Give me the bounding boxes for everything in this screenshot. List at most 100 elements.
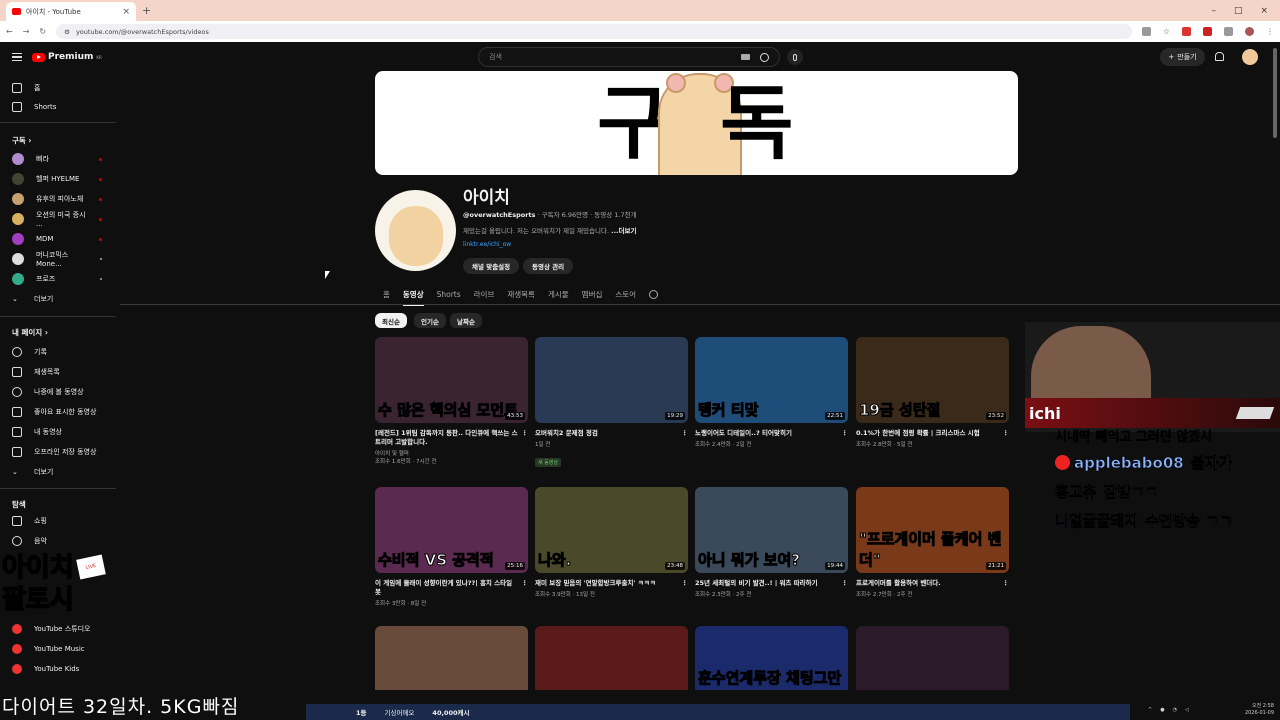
tab-videos[interactable]: 동영상	[402, 289, 424, 306]
extension-icon[interactable]	[1203, 27, 1212, 36]
video-thumbnail[interactable]: 수 많은 핵의심 모먼트 43:53	[375, 337, 528, 423]
video-title[interactable]: 프로게이머를 활용하여 벤더다. ⋮	[856, 579, 1009, 588]
video-thumbnail[interactable]: 19:29	[535, 337, 688, 423]
more-options-icon[interactable]: ⋮	[682, 429, 689, 438]
video-title[interactable]: 25년 세최털의 비기 발견..! | 워츠 따라하기 ⋮	[695, 579, 848, 588]
video-card[interactable]: 19금 성탄절 23:52 0.1%가 한번에 점령 확률 | 크리스마스 시험 ⋮ 조…	[856, 337, 1009, 449]
scrollbar[interactable]	[1270, 44, 1280, 324]
volume-icon[interactable]: ◁	[1185, 707, 1189, 713]
video-card[interactable]: 아니 뭐가 보여? 19:44 25년 세최털의 비기 발견..! | 워츠 따라하…	[695, 487, 848, 599]
sidebar-item-watch-later[interactable]: 나중에 볼 동영상	[0, 382, 116, 402]
avatar[interactable]	[1242, 49, 1258, 65]
sidebar-sub-item[interactable]: 헬퍼 HYELME	[0, 169, 116, 189]
sidebar-item-music[interactable]: 음악	[0, 531, 116, 551]
more-options-icon[interactable]: ⋮	[1003, 579, 1010, 588]
voice-search-button[interactable]	[787, 49, 803, 65]
more-options-icon[interactable]: ⋮	[842, 429, 849, 438]
video-card[interactable]: "프로게이머 풀케어 벤더" 21:21 프로게이머를 활용하여 벤더다. ⋮ 조회수 …	[856, 487, 1009, 599]
video-title[interactable]: 오버워치2 문제점 정검 ⋮	[535, 429, 688, 438]
chip-oldest[interactable]: 날짜순	[450, 313, 482, 328]
sidebar-sub-item[interactable]: 오션의 미국 증시 ...	[0, 209, 116, 229]
minimize-icon[interactable]: –	[1211, 6, 1216, 16]
video-thumbnail[interactable]: 아니 뭐가 보여? 19:44	[695, 487, 848, 573]
tab-store[interactable]: 스토어	[615, 289, 636, 300]
site-info-icon[interactable]: ⚙	[64, 28, 70, 36]
back-icon[interactable]: ←	[6, 27, 13, 36]
clock[interactable]: 오전 2:58 2026-01-09	[1245, 703, 1274, 717]
video-thumbnail[interactable]: 수비적 VS 공격적 25:16	[375, 487, 528, 573]
sidebar-item-downloads[interactable]: 오프라인 저장 동영상	[0, 442, 116, 462]
channel-link[interactable]: linktr.ee/ichi_ow	[463, 241, 511, 248]
search-icon[interactable]	[760, 52, 769, 62]
close-window-icon[interactable]: ×	[1260, 6, 1268, 16]
maximize-icon[interactable]: □	[1234, 6, 1243, 16]
menu-icon[interactable]	[12, 53, 22, 61]
video-card[interactable]: 19:29 오버워치2 문제점 정검 ⋮ 1일 전새 동영상	[535, 337, 688, 468]
video-card[interactable]: 나와. 23:48 재미 보장 믿음의 '연말합방크루출치' ㅋㅋㅋ ⋮ 조회수 3.9…	[535, 487, 688, 599]
tab-posts[interactable]: 게시물	[548, 289, 569, 300]
more-options-icon[interactable]: ⋮	[1003, 429, 1010, 438]
video-title[interactable]: 노랭이어도 디테일이..? 티어맞히기 ⋮	[695, 429, 848, 438]
video-card[interactable]: 수 많은 핵의심 모먼트 43:53 [레전드] 1위팀 감독까지 등판.. 다인큐…	[375, 337, 528, 466]
more-options-icon[interactable]: ⋮	[522, 579, 529, 588]
sidebar-item-shorts[interactable]: Shorts	[0, 97, 116, 117]
extension-icon[interactable]	[1141, 27, 1151, 36]
sidebar-sub-item[interactable]: 머니코믹스 Mone...	[0, 249, 116, 269]
sidebar-item-playlists[interactable]: 재생목록	[0, 362, 116, 382]
video-title[interactable]: 0.1%가 한번에 점령 확률 | 크리스마스 시험 ⋮	[856, 429, 1009, 438]
more-options-icon[interactable]: ⋮	[522, 429, 529, 438]
tab-playlists[interactable]: 재생목록	[507, 289, 535, 300]
tab-shorts[interactable]: Shorts	[437, 290, 461, 299]
extension-icon[interactable]	[1224, 27, 1233, 36]
chip-latest[interactable]: 최신순	[375, 313, 407, 328]
wifi-icon[interactable]: ◔	[1173, 707, 1177, 713]
sidebar-item-music-app[interactable]: YouTube Music	[0, 639, 116, 659]
video-title[interactable]: 재미 보장 믿음의 '연말합방크루출치' ㅋㅋㅋ ⋮	[535, 579, 688, 588]
extension-icon[interactable]	[1182, 27, 1191, 36]
sidebar-item-history[interactable]: 기록	[0, 342, 116, 362]
my-page-header[interactable]: 내 페이지 ›	[12, 327, 48, 338]
sidebar-subs-more[interactable]: ⌄ 더보기	[0, 289, 116, 309]
sidebar-sub-item[interactable]: 유후의 피아노채	[0, 189, 116, 209]
sidebar-sub-item[interactable]: 프로즈	[0, 269, 116, 289]
url-field[interactable]: ⚙ youtube.com/@overwatchEsports/videos	[56, 24, 1132, 39]
sidebar-me-more[interactable]: ⌄ 더보기	[0, 462, 116, 482]
sidebar-item-kids[interactable]: YouTube Kids	[0, 659, 116, 679]
scrollbar-thumb[interactable]	[1273, 48, 1277, 138]
new-tab-button[interactable]: +	[142, 4, 151, 17]
manage-videos-button[interactable]: 동영상 관리	[523, 258, 574, 274]
channel-description[interactable]: 재밌는걸 올립니다. 저는 오버워치가 제일 재밌습니다. ...더보기	[463, 225, 636, 235]
menu-icon[interactable]: ⋮	[1266, 27, 1274, 36]
video-thumbnail[interactable]: "프로게이머 풀케어 벤더" 21:21	[856, 487, 1009, 573]
channel-search-icon[interactable]	[649, 289, 659, 299]
video-thumbnail[interactable]: 탱커 티맞 22:51	[695, 337, 848, 423]
bell-icon[interactable]	[1215, 52, 1224, 61]
keyboard-icon[interactable]	[741, 54, 750, 60]
browser-tab[interactable]: 아이치 - YouTube ×	[6, 2, 136, 21]
reload-icon[interactable]: ↻	[39, 27, 46, 36]
tab-live[interactable]: 라이브	[474, 289, 495, 300]
customize-channel-button[interactable]: 채널 맞춤설정	[463, 258, 520, 274]
tab-home[interactable]: 홈	[383, 289, 390, 300]
tray-chevron-icon[interactable]: ^	[1148, 707, 1152, 713]
youtube-premium-logo[interactable]: Premium KR	[32, 52, 102, 62]
video-thumbnail[interactable]: 19금 성탄절 23:52	[856, 337, 1009, 423]
sidebar-sub-item[interactable]: MDM	[0, 229, 116, 249]
create-button[interactable]: + 만들기	[1160, 48, 1205, 66]
profile-icon[interactable]	[1245, 27, 1254, 36]
sidebar-item-liked[interactable]: 좋아요 표시한 동영상	[0, 402, 116, 422]
sidebar-sub-item[interactable]: 삐라	[0, 149, 116, 169]
video-card[interactable]: 탱커 티맞 22:51 노랭이어도 디테일이..? 티어맞히기 ⋮ 조회수 2.4만회 …	[695, 337, 848, 449]
sidebar-item-shopping[interactable]: 쇼핑	[0, 511, 116, 531]
video-thumbnail[interactable]: 나와. 23:48	[535, 487, 688, 573]
more-options-icon[interactable]: ⋮	[842, 579, 849, 588]
video-card[interactable]: 수비적 VS 공격적 25:16 이 게임에 몰래이 성향이란게 있나??| 흥치 …	[375, 487, 528, 608]
close-tab-icon[interactable]: ×	[122, 7, 130, 17]
more-options-icon[interactable]: ⋮	[682, 579, 689, 588]
subscriptions-header[interactable]: 구독 ›	[12, 135, 32, 146]
network-icon[interactable]: ●	[1160, 707, 1164, 713]
tab-membership[interactable]: 멤버십	[582, 289, 603, 300]
chip-popular[interactable]: 인기순	[414, 313, 446, 328]
forward-icon[interactable]: →	[23, 27, 30, 36]
sidebar-item-your-videos[interactable]: 내 동영상	[0, 422, 116, 442]
